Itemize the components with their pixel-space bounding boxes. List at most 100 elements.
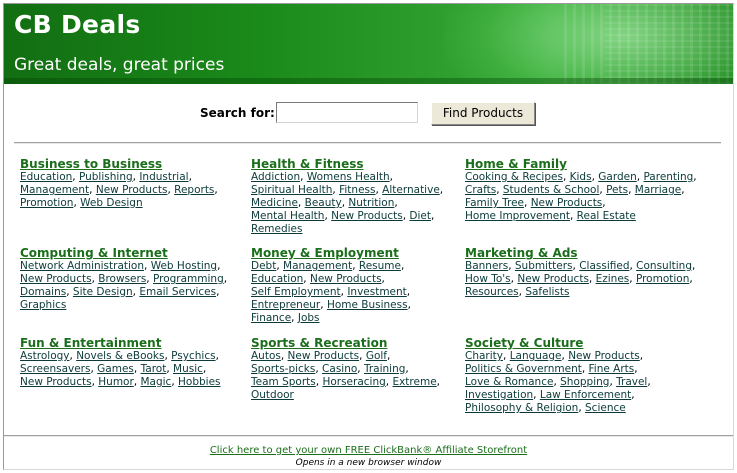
storefront-link[interactable]: Click here to get your own FREE ClickBan… (0, 445, 737, 457)
subcategory-link-parenting[interactable]: Parenting (643, 171, 693, 183)
subcategory-link-science[interactable]: Science (585, 402, 626, 414)
subcategory-link-beauty[interactable]: Beauty (305, 197, 342, 209)
subcategory-link-casino[interactable]: Casino (322, 363, 357, 375)
category-heading-computing-and-internet[interactable]: Computing & Internet (20, 246, 227, 260)
subcategory-link-hobbies[interactable]: Hobbies (178, 376, 221, 388)
subcategory-link-home-improvement[interactable]: Home Improvement (465, 210, 570, 222)
subcategory-link-home-business[interactable]: Home Business (327, 299, 408, 311)
category-heading-health-and-fitness[interactable]: Health & Fitness (251, 157, 443, 171)
subcategory-link-programming[interactable]: Programming (153, 273, 224, 285)
subcategory-link-new-products[interactable]: New Products (20, 376, 92, 388)
subcategory-link-self-employment[interactable]: Self Employment (251, 286, 341, 298)
subcategory-link-new-products[interactable]: New Products (568, 350, 640, 362)
category-heading-society-and-culture[interactable]: Society & Culture (465, 336, 651, 350)
subcategory-link-psychics[interactable]: Psychics (171, 350, 215, 362)
subcategory-link-shopping[interactable]: Shopping (560, 376, 609, 388)
subcategory-link-consulting[interactable]: Consulting (636, 260, 692, 272)
subcategory-link-diet[interactable]: Diet (409, 210, 431, 222)
subcategory-link-kids[interactable]: Kids (570, 171, 592, 183)
subcategory-link-alternative[interactable]: Alternative (382, 184, 440, 196)
subcategory-link-medicine[interactable]: Medicine (251, 197, 298, 209)
subcategory-link-publishing[interactable]: Publishing (79, 171, 133, 183)
subcategory-link-real-estate[interactable]: Real Estate (577, 210, 636, 222)
subcategory-link-garden[interactable]: Garden (598, 171, 636, 183)
subcategory-link-sports-picks[interactable]: Sports-picks (251, 363, 315, 375)
subcategory-link-students-and-school[interactable]: Students & School (503, 184, 600, 196)
subcategory-link-reports[interactable]: Reports (174, 184, 214, 196)
subcategory-link-web-hosting[interactable]: Web Hosting (151, 260, 217, 272)
subcategory-link-ezines[interactable]: Ezines (596, 273, 630, 285)
subcategory-link-extreme[interactable]: Extreme (392, 376, 436, 388)
subcategory-link-music[interactable]: Music (173, 363, 203, 375)
subcategory-link-new-products[interactable]: New Products (531, 197, 603, 209)
subcategory-link-education[interactable]: Education (251, 273, 303, 285)
subcategory-link-autos[interactable]: Autos (251, 350, 281, 362)
subcategory-link-remedies[interactable]: Remedies (251, 223, 303, 235)
find-products-button[interactable]: Find Products (431, 102, 535, 125)
subcategory-link-browsers[interactable]: Browsers (98, 273, 146, 285)
subcategory-link-outdoor[interactable]: Outdoor (251, 389, 294, 401)
subcategory-link-new-products[interactable]: New Products (288, 350, 360, 362)
subcategory-link-magic[interactable]: Magic (140, 376, 171, 388)
subcategory-link-entrepreneur[interactable]: Entrepreneur (251, 299, 320, 311)
subcategory-link-mental-health[interactable]: Mental Health (251, 210, 324, 222)
subcategory-link-network-administration[interactable]: Network Administration (20, 260, 144, 272)
subcategory-link-team-sports[interactable]: Team Sports (251, 376, 316, 388)
category-heading-home-and-family[interactable]: Home & Family (465, 157, 697, 171)
subcategory-link-travel[interactable]: Travel (616, 376, 647, 388)
subcategory-link-email-services[interactable]: Email Services (139, 286, 216, 298)
subcategory-link-golf[interactable]: Golf (366, 350, 387, 362)
subcategory-link-resume[interactable]: Resume (359, 260, 401, 272)
subcategory-link-industrial[interactable]: Industrial (139, 171, 188, 183)
subcategory-link-new-products[interactable]: New Products (310, 273, 382, 285)
subcategory-link-family-tree[interactable]: Family Tree (465, 197, 524, 209)
subcategory-link-promotion[interactable]: Promotion (20, 197, 73, 209)
subcategory-link-promotion[interactable]: Promotion (636, 273, 689, 285)
subcategory-link-law-enforcement[interactable]: Law Enforcement (540, 389, 631, 401)
subcategory-link-marriage[interactable]: Marriage (635, 184, 681, 196)
category-heading-money-and-employment[interactable]: Money & Employment (251, 246, 411, 260)
subcategory-link-cooking-and-recipes[interactable]: Cooking & Recipes (465, 171, 563, 183)
subcategory-link-fitness[interactable]: Fitness (339, 184, 375, 196)
subcategory-link-addiction[interactable]: Addiction (251, 171, 300, 183)
subcategory-link-safelists[interactable]: Safelists (525, 286, 569, 298)
subcategory-link-domains[interactable]: Domains (20, 286, 66, 298)
subcategory-link-crafts[interactable]: Crafts (465, 184, 496, 196)
subcategory-link-finance[interactable]: Finance (251, 312, 291, 324)
subcategory-link-charity[interactable]: Charity (465, 350, 503, 362)
subcategory-link-humor[interactable]: Humor (98, 376, 134, 388)
subcategory-link-management[interactable]: Management (283, 260, 352, 272)
subcategory-link-submitters[interactable]: Submitters (515, 260, 573, 272)
subcategory-link-astrology[interactable]: Astrology (20, 350, 70, 362)
subcategory-link-horseracing[interactable]: Horseracing (322, 376, 385, 388)
subcategory-link-novels-and-ebooks[interactable]: Novels & eBooks (76, 350, 164, 362)
subcategory-link-screensavers[interactable]: Screensavers (20, 363, 90, 375)
subcategory-link-nutrition[interactable]: Nutrition (348, 197, 394, 209)
subcategory-link-pets[interactable]: Pets (606, 184, 628, 196)
subcategory-link-fine-arts[interactable]: Fine Arts (589, 363, 635, 375)
category-heading-sports-and-recreation[interactable]: Sports & Recreation (251, 336, 440, 350)
search-input[interactable] (276, 102, 418, 123)
subcategory-link-site-design[interactable]: Site Design (73, 286, 133, 298)
subcategory-link-spiritual-health[interactable]: Spiritual Health (251, 184, 332, 196)
subcategory-link-new-products[interactable]: New Products (20, 273, 92, 285)
subcategory-link-how-to-s[interactable]: How To's (465, 273, 511, 285)
subcategory-link-graphics[interactable]: Graphics (20, 299, 66, 311)
subcategory-link-new-products[interactable]: New Products (517, 273, 589, 285)
subcategory-link-training[interactable]: Training (364, 363, 405, 375)
category-heading-business-to-business[interactable]: Business to Business (20, 157, 218, 171)
subcategory-link-management[interactable]: Management (20, 184, 89, 196)
subcategory-link-politics-and-government[interactable]: Politics & Government (465, 363, 582, 375)
subcategory-link-investigation[interactable]: Investigation (465, 389, 533, 401)
subcategory-link-education[interactable]: Education (20, 171, 72, 183)
subcategory-link-philosophy-and-religion[interactable]: Philosophy & Religion (465, 402, 578, 414)
subcategory-link-new-products[interactable]: New Products (331, 210, 403, 222)
subcategory-link-banners[interactable]: Banners (465, 260, 508, 272)
category-heading-fun-and-entertainment[interactable]: Fun & Entertainment (20, 336, 221, 350)
subcategory-link-jobs[interactable]: Jobs (298, 312, 320, 324)
subcategory-link-womens-health[interactable]: Womens Health (307, 171, 390, 183)
subcategory-link-debt[interactable]: Debt (251, 260, 276, 272)
subcategory-link-love-and-romance[interactable]: Love & Romance (465, 376, 553, 388)
subcategory-link-tarot[interactable]: Tarot (141, 363, 167, 375)
subcategory-link-new-products[interactable]: New Products (96, 184, 168, 196)
